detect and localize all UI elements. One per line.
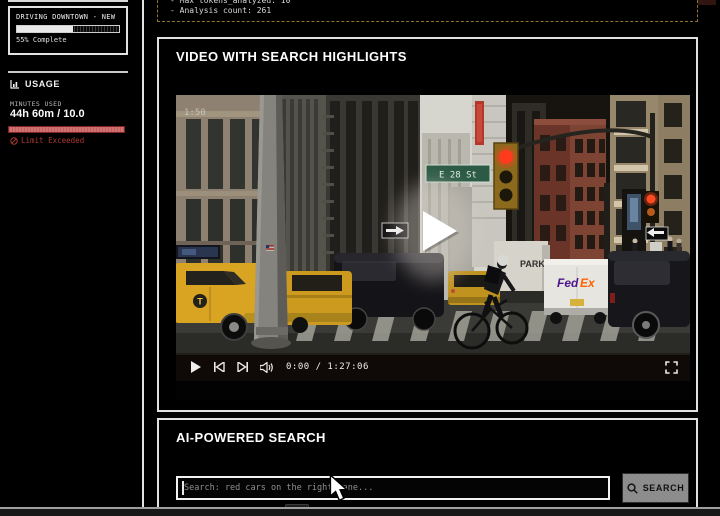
text-caret bbox=[182, 481, 184, 495]
flag-sticker bbox=[266, 245, 274, 251]
project-title: DRIVING DOWNTOWN - NEW _ bbox=[16, 13, 120, 21]
video-controls-bar: 0:00 / 1:27:06 bbox=[176, 353, 690, 381]
minutes-used-label: MINUTES USED bbox=[10, 100, 62, 108]
search-input[interactable] bbox=[176, 476, 610, 500]
minutes-used-value: 44h 60m / 10.0 bbox=[10, 108, 85, 120]
volume-button[interactable] bbox=[260, 360, 274, 374]
sidebar: DRIVING DOWNTOWN - NEW _ 55% Complete US… bbox=[0, 0, 142, 516]
search-section-title: AI-POWERED SEARCH bbox=[176, 430, 326, 445]
player-letterbox bbox=[176, 381, 690, 400]
app-window: DRIVING DOWNTOWN - NEW _ 55% Complete US… bbox=[0, 0, 720, 516]
video-section-title: VIDEO WITH SEARCH HIGHLIGHTS bbox=[176, 49, 407, 64]
video-player[interactable]: E 28 St PARK bbox=[176, 95, 690, 400]
usage-heading: USAGE bbox=[10, 79, 60, 89]
fullscreen-button[interactable] bbox=[664, 360, 678, 374]
limit-status-label: Limit Exceeded bbox=[21, 136, 84, 145]
search-button-label: SEARCH bbox=[643, 483, 685, 493]
video-frame[interactable]: E 28 St PARK bbox=[176, 95, 690, 355]
summary-line-analysis-count: - Analysis count: 261 bbox=[170, 6, 697, 16]
street-scene: E 28 St PARK bbox=[176, 95, 690, 355]
search-button[interactable]: SEARCH bbox=[622, 473, 689, 503]
analysis-summary-box: - Max tokens_analyzed: 10 - Analysis cou… bbox=[157, 0, 698, 22]
taxi-logo-t: T bbox=[197, 297, 203, 307]
project-progress-fill bbox=[17, 26, 73, 32]
street-sign-label: E 28 St bbox=[439, 171, 477, 181]
truck-park-text: PARK bbox=[520, 259, 545, 269]
project-card[interactable]: DRIVING DOWNTOWN - NEW _ 55% Complete bbox=[8, 6, 128, 55]
project-progress-label: 55% Complete bbox=[16, 36, 120, 44]
skip-next-button[interactable] bbox=[236, 360, 250, 374]
skip-previous-button[interactable] bbox=[212, 360, 226, 374]
video-timestamp-watermark: 1:50 bbox=[184, 108, 206, 118]
play-button[interactable] bbox=[188, 360, 202, 374]
sidebar-divider bbox=[8, 71, 128, 73]
usage-limit-bar bbox=[8, 126, 125, 133]
time-display: 0:00 / 1:27:06 bbox=[286, 362, 369, 372]
fedex-logo-ex: Ex bbox=[580, 276, 596, 290]
ai-search-card: AI-POWERED SEARCH SEARCH bbox=[157, 418, 698, 514]
search-icon bbox=[627, 483, 638, 494]
usage-heading-label: USAGE bbox=[25, 79, 60, 89]
project-progress-track bbox=[16, 25, 120, 33]
fedex-logo-fed: Fed bbox=[557, 276, 579, 290]
bar-chart-icon bbox=[10, 79, 20, 89]
limit-status: Limit Exceeded bbox=[10, 136, 84, 145]
video-highlights-card: VIDEO WITH SEARCH HIGHLIGHTS bbox=[157, 37, 698, 412]
main-content: - Max tokens_analyzed: 10 - Analysis cou… bbox=[144, 0, 720, 516]
blocked-icon bbox=[10, 137, 18, 145]
mouse-cursor bbox=[328, 474, 348, 502]
cutoff-card-edge bbox=[8, 0, 128, 2]
window-bottom-bar bbox=[0, 509, 720, 516]
